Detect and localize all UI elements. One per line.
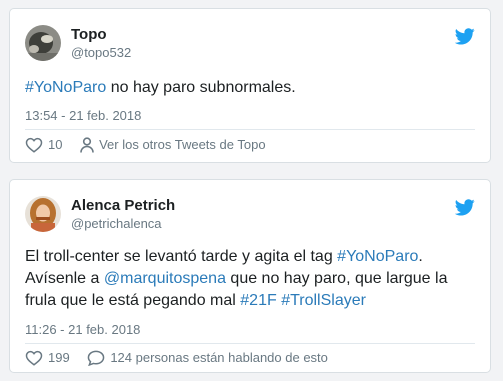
conversation-label: 124 personas están hablando de esto bbox=[110, 350, 328, 365]
tweet-card: Topo @topo532 #YoNoParo no hay paro subn… bbox=[9, 8, 491, 163]
hashtag-link[interactable]: #YoNoParo bbox=[337, 248, 418, 265]
mention-link[interactable]: @marquitospena bbox=[104, 270, 226, 287]
hashtag-link[interactable]: #TrollSlayer bbox=[281, 292, 366, 309]
heart-icon bbox=[25, 350, 43, 366]
like-count: 199 bbox=[48, 350, 70, 365]
heart-icon bbox=[25, 137, 43, 153]
like-button[interactable]: 10 bbox=[25, 135, 62, 155]
conversation-link[interactable]: 124 personas están hablando de esto bbox=[87, 348, 328, 368]
author-name[interactable]: Alenca Petrich bbox=[71, 197, 175, 215]
divider bbox=[25, 343, 475, 344]
like-count: 10 bbox=[48, 137, 63, 152]
tweet-text: El troll-center se levantó tarde y agita… bbox=[25, 246, 478, 312]
speech-bubble-icon bbox=[88, 350, 105, 366]
avatar-icon bbox=[25, 196, 61, 232]
tweet-card: Alenca Petrich @petrichalenca El troll-c… bbox=[9, 179, 491, 373]
tweet-actions: 10 Ver los otros Tweets de Topo bbox=[25, 135, 475, 155]
tweet-text-segment: Avísenle a bbox=[25, 270, 104, 287]
tweet-timestamp[interactable]: 13:54 - 21 feb. 2018 bbox=[25, 108, 141, 124]
like-button[interactable]: 199 bbox=[25, 348, 70, 368]
author-handle[interactable]: @topo532 bbox=[71, 45, 131, 61]
view-more-tweets-label: Ver los otros Tweets de Topo bbox=[99, 137, 266, 152]
avatar[interactable] bbox=[25, 25, 61, 61]
tweet-text: #YoNoParo no hay paro subnormales. bbox=[25, 77, 478, 99]
twitter-bird-icon[interactable] bbox=[455, 199, 475, 216]
author-handle[interactable]: @petrichalenca bbox=[71, 216, 162, 232]
divider bbox=[25, 129, 475, 130]
tweet-timestamp[interactable]: 11:26 - 21 feb. 2018 bbox=[25, 322, 140, 338]
hashtag-link[interactable]: #21F bbox=[240, 292, 276, 309]
tweet-actions: 199 124 personas están hablando de esto bbox=[25, 348, 475, 368]
hashtag-link[interactable]: #YoNoParo bbox=[25, 79, 106, 96]
avatar-icon bbox=[25, 25, 61, 61]
twitter-bird-icon[interactable] bbox=[455, 28, 475, 45]
tweet-text-segment: El troll-center se levantó tarde y agita… bbox=[25, 248, 338, 265]
tweet-text-segment: no hay paro subnormales. bbox=[106, 79, 296, 96]
view-more-tweets-link[interactable]: Ver los otros Tweets de Topo bbox=[80, 135, 266, 155]
tweet-text-segment: . bbox=[418, 248, 423, 265]
avatar[interactable] bbox=[25, 196, 61, 232]
author-name[interactable]: Topo bbox=[71, 26, 107, 44]
person-icon bbox=[80, 137, 94, 153]
